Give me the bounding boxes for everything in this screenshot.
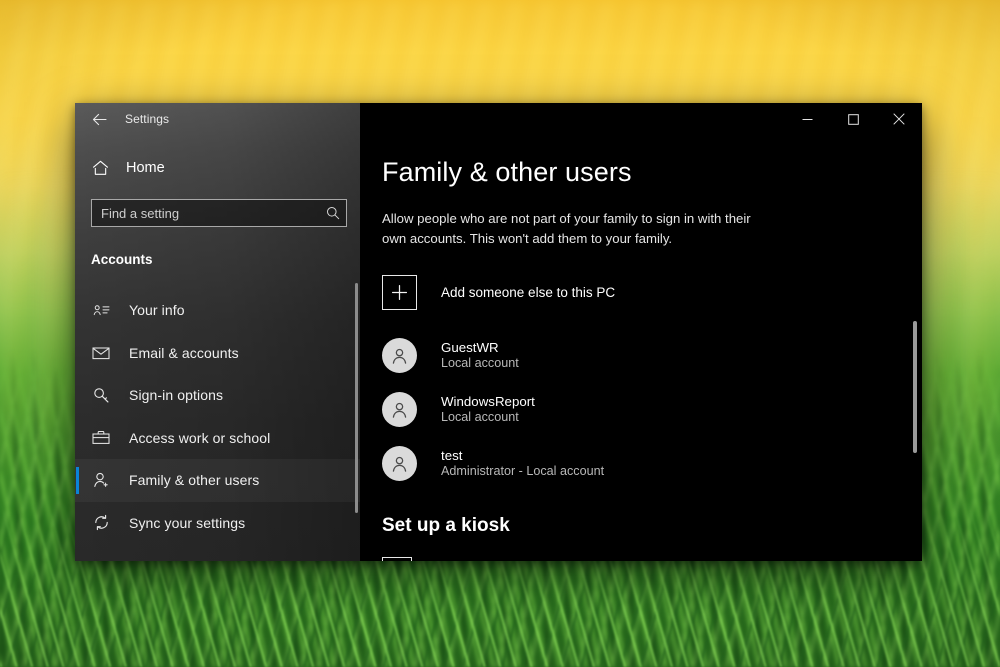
sidebar-item-label: Sign-in options bbox=[129, 387, 224, 404]
sidebar-item-label: Access work or school bbox=[129, 429, 271, 446]
sidebar-item-label: Your info bbox=[129, 302, 185, 319]
page-title: Family & other users bbox=[382, 157, 632, 187]
settings-content-pane: Family & other users Allow people who ar… bbox=[360, 103, 922, 561]
settings-window: Settings Home Find a setting Accounts Yo… bbox=[75, 103, 922, 561]
sidebar-group-title: Accounts bbox=[91, 252, 153, 267]
search-input[interactable] bbox=[101, 205, 326, 221]
sidebar-item-home[interactable]: Home bbox=[75, 149, 360, 187]
sidebar-item-sign-in-options[interactable]: Sign-in options bbox=[75, 374, 360, 417]
user-list: GuestWR Local account WindowsReport Loca… bbox=[382, 328, 922, 490]
add-user-label: Add someone else to this PC bbox=[441, 285, 616, 301]
person-icon bbox=[382, 445, 417, 481]
sidebar-nav-list: Your info Email & accounts Sign-in optio… bbox=[75, 289, 360, 544]
user-account-type: Administrator - Local account bbox=[441, 464, 605, 479]
user-list-item[interactable]: WindowsReport Local account bbox=[382, 382, 922, 436]
home-icon bbox=[90, 160, 110, 176]
sidebar-item-email-accounts[interactable]: Email & accounts bbox=[75, 332, 360, 375]
mail-icon bbox=[91, 346, 111, 360]
person-icon bbox=[382, 391, 417, 427]
contact-card-icon bbox=[91, 303, 111, 317]
user-account-type: Local account bbox=[441, 410, 519, 425]
desktop-wallpaper: Settings Home Find a setting Accounts Yo… bbox=[0, 0, 1000, 667]
assigned-access-button[interactable]: Assigned access bbox=[382, 557, 922, 561]
user-list-item[interactable]: test Administrator - Local account bbox=[382, 436, 922, 490]
maximize-button[interactable] bbox=[830, 103, 876, 135]
minimize-button[interactable] bbox=[784, 103, 830, 135]
kiosk-icon bbox=[382, 557, 412, 561]
sidebar-home-label: Home bbox=[126, 160, 165, 176]
back-arrow-icon[interactable] bbox=[89, 109, 109, 129]
user-account-type: Local account bbox=[441, 356, 519, 371]
user-name: GuestWR bbox=[441, 340, 499, 356]
window-title: Settings bbox=[125, 112, 170, 126]
user-name: WindowsReport bbox=[441, 394, 535, 410]
search-box[interactable] bbox=[91, 199, 347, 227]
search-icon[interactable] bbox=[326, 206, 340, 220]
sidebar-item-your-info[interactable]: Your info bbox=[75, 289, 360, 332]
sidebar-item-label: Sync your settings bbox=[129, 514, 246, 531]
content-scrollbar[interactable] bbox=[913, 153, 917, 553]
page-description: Allow people who are not part of your fa… bbox=[382, 211, 751, 247]
sidebar-item-access-work-or-school[interactable]: Access work or school bbox=[75, 417, 360, 460]
user-list-item[interactable]: GuestWR Local account bbox=[382, 328, 922, 382]
person-add-icon bbox=[91, 472, 111, 488]
key-icon bbox=[91, 387, 111, 404]
sidebar-item-label: Email & accounts bbox=[129, 344, 239, 361]
window-controls bbox=[360, 103, 922, 135]
plus-icon bbox=[382, 275, 417, 311]
sidebar-item-sync-your-settings[interactable]: Sync your settings bbox=[75, 502, 360, 545]
sidebar-scrollbar[interactable] bbox=[355, 283, 358, 561]
content-body: Family & other users Allow people who ar… bbox=[360, 157, 922, 561]
sidebar-item-family-other-users[interactable]: Family & other users bbox=[75, 459, 360, 502]
sidebar-titlebar: Settings bbox=[75, 103, 360, 135]
person-icon bbox=[382, 337, 417, 373]
sidebar-item-label: Family & other users bbox=[129, 472, 260, 489]
sidebar-scrollbar-thumb[interactable] bbox=[355, 283, 358, 513]
content-scrollbar-thumb[interactable] bbox=[913, 321, 917, 453]
briefcase-icon bbox=[91, 430, 111, 445]
kiosk-section-heading: Set up a kiosk bbox=[382, 515, 510, 537]
sync-icon bbox=[91, 514, 111, 531]
settings-sidebar: Settings Home Find a setting Accounts Yo… bbox=[75, 103, 360, 561]
add-user-button[interactable]: Add someone else to this PC bbox=[382, 275, 922, 311]
user-name: test bbox=[441, 448, 463, 464]
close-button[interactable] bbox=[876, 103, 922, 135]
